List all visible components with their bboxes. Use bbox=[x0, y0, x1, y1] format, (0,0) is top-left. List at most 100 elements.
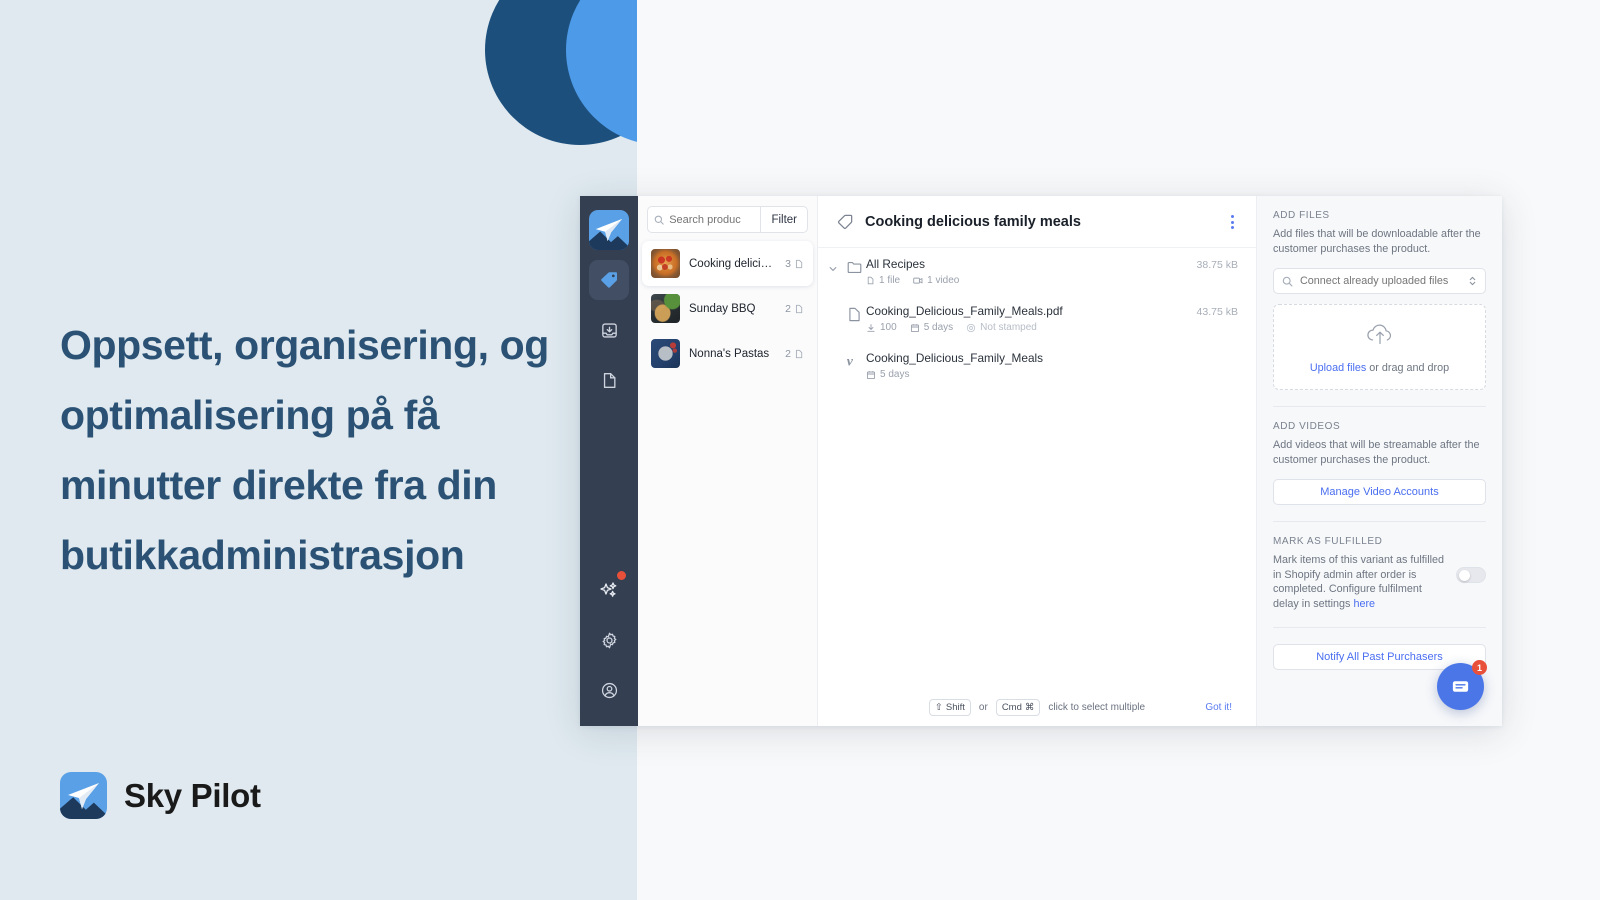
search-input[interactable] bbox=[669, 213, 755, 226]
sidebar-item-pages[interactable] bbox=[589, 360, 629, 400]
sidebar-item-products[interactable] bbox=[589, 260, 629, 300]
brand-name: Sky Pilot bbox=[124, 776, 261, 814]
filter-button[interactable]: Filter bbox=[760, 206, 808, 233]
page-icon bbox=[603, 372, 615, 388]
table-row[interactable]: v Cooking_Delicious_Family_Meals 5 days bbox=[818, 342, 1256, 389]
count-value: 2 bbox=[785, 302, 791, 315]
page-headline: Oppsett, organisering, og optimalisering… bbox=[60, 322, 549, 578]
svg-text:v: v bbox=[846, 354, 853, 369]
calendar-icon bbox=[866, 370, 876, 379]
sidebar-item-settings[interactable] bbox=[589, 620, 629, 660]
meta-text: 5 days bbox=[923, 322, 954, 333]
chat-unread-badge: 1 bbox=[1472, 660, 1487, 675]
sidebar-item-whats-new[interactable] bbox=[589, 570, 629, 610]
file-meta: 100 5 days Not stamped bbox=[866, 322, 1197, 333]
product-file-count: 2 bbox=[785, 348, 804, 360]
download-icon bbox=[867, 323, 875, 332]
meta-text: 100 bbox=[880, 322, 897, 333]
file-meta: 5 days bbox=[866, 369, 1238, 380]
meta-text: 1 file bbox=[879, 275, 901, 286]
add-files-description: Add files that will be downloadable afte… bbox=[1273, 228, 1481, 255]
meta-age: 5 days bbox=[866, 369, 909, 380]
connect-files-input[interactable] bbox=[1300, 275, 1461, 287]
list-item[interactable]: Nonna's Pastas 2 bbox=[642, 331, 813, 376]
row-body: Cooking_Delicious_Family_Meals.pdf 100 5… bbox=[866, 304, 1197, 333]
meta-file-count: 1 file bbox=[866, 275, 900, 286]
selection-hint-bar: ⇧ Shift or Cmd ⌘ click to select multipl… bbox=[818, 699, 1256, 716]
meta-stamp-status: Not stamped bbox=[966, 322, 1037, 333]
file-meta: 1 file 1 video bbox=[866, 275, 1197, 286]
chevron-down-icon[interactable] bbox=[828, 257, 842, 279]
count-value: 3 bbox=[785, 257, 791, 270]
search-box[interactable] bbox=[647, 206, 761, 233]
got-it-button[interactable]: Got it! bbox=[1205, 702, 1232, 713]
cmd-symbol: ⌘ bbox=[1024, 702, 1035, 713]
product-thumbnail bbox=[651, 294, 680, 323]
product-detail-panel: Cooking delicious family meals All Recip… bbox=[818, 196, 1256, 726]
more-options-button[interactable] bbox=[1227, 211, 1238, 233]
chat-widget-button[interactable]: 1 bbox=[1437, 660, 1487, 710]
list-item[interactable]: Sunday BBQ 2 bbox=[642, 286, 813, 331]
paper-plane-icon bbox=[68, 783, 99, 809]
meta-age: 5 days bbox=[910, 322, 953, 333]
connect-files-field[interactable] bbox=[1273, 268, 1486, 294]
marketing-panel: Oppsett, organisering, og optimalisering… bbox=[0, 0, 637, 900]
mark-fulfilled-row: Mark items of this variant as fulfilled … bbox=[1273, 553, 1486, 611]
notification-badge-dot bbox=[617, 571, 626, 580]
key-shift: ⇧ Shift bbox=[928, 699, 971, 716]
count-value: 2 bbox=[785, 347, 791, 360]
tag-icon bbox=[601, 272, 617, 288]
hint-text: click to select multiple bbox=[1048, 702, 1146, 713]
product-file-count: 3 bbox=[785, 258, 804, 270]
sidebar-item-account[interactable] bbox=[589, 670, 629, 710]
inbox-download-icon bbox=[601, 322, 617, 338]
paper-plane-icon bbox=[595, 218, 623, 242]
meta-text: 5 days bbox=[880, 369, 910, 380]
product-name: Sunday BBQ bbox=[689, 302, 756, 315]
file-icon bbox=[795, 304, 803, 313]
sky-pilot-logo-icon bbox=[60, 772, 107, 819]
product-name: Cooking delicious f... bbox=[689, 257, 777, 270]
row-body: Cooking_Delicious_Family_Meals 5 days bbox=[866, 351, 1238, 380]
file-icon bbox=[795, 259, 803, 268]
page-title: Cooking delicious family meals bbox=[865, 214, 1081, 230]
chat-bubble-icon bbox=[1452, 681, 1469, 692]
product-thumbnail bbox=[651, 339, 680, 368]
settings-panel: ADD FILES Add files that will be downloa… bbox=[1256, 196, 1502, 726]
mark-fulfilled-description: Mark items of this variant as fulfilled … bbox=[1273, 553, 1446, 611]
product-file-count: 2 bbox=[785, 303, 804, 315]
mark-fulfilled-toggle[interactable] bbox=[1456, 567, 1486, 583]
search-icon bbox=[1282, 276, 1293, 286]
meta-text: 1 video bbox=[927, 275, 960, 286]
add-files-title: ADD FILES bbox=[1273, 210, 1330, 221]
shift-symbol: ⇧ bbox=[934, 702, 943, 713]
stamp-icon bbox=[966, 323, 976, 332]
calendar-icon bbox=[910, 323, 919, 332]
divider bbox=[1273, 627, 1486, 628]
product-list-panel: Filter Cooking delicious f... 3 Sunday B… bbox=[638, 196, 818, 726]
hint-or: or bbox=[978, 702, 988, 713]
chevron-updown-icon[interactable] bbox=[1468, 275, 1477, 287]
add-videos-title: ADD VIDEOS bbox=[1273, 421, 1341, 432]
account-icon bbox=[601, 682, 617, 698]
mark-fulfilled-title: MARK AS FULFILLED bbox=[1273, 536, 1383, 547]
table-row[interactable]: All Recipes 1 file 1 video 38.75 kB bbox=[818, 248, 1256, 295]
table-row[interactable]: Cooking_Delicious_Family_Meals.pdf 100 5… bbox=[818, 295, 1256, 342]
add-videos-description: Add videos that will be streamable after… bbox=[1273, 439, 1480, 466]
file-name: Cooking_Delicious_Family_Meals.pdf bbox=[866, 304, 1063, 318]
vimeo-icon: v bbox=[842, 351, 866, 369]
sidebar-item-brand-logo[interactable] bbox=[589, 210, 629, 250]
upload-cloud-icon bbox=[1366, 324, 1391, 345]
detail-header: Cooking delicious family meals bbox=[818, 196, 1256, 248]
row-body: All Recipes 1 file 1 video bbox=[866, 257, 1197, 286]
manage-video-accounts-button[interactable]: Manage Video Accounts bbox=[1273, 479, 1486, 505]
settings-here-link[interactable]: here bbox=[1353, 598, 1375, 610]
meta-text: Not stamped bbox=[980, 322, 1037, 333]
file-size: 38.75 kB bbox=[1196, 259, 1238, 271]
dropzone-rest: or drag and drop bbox=[1366, 362, 1450, 374]
sparkles-icon bbox=[600, 582, 617, 597]
upload-files-link[interactable]: Upload files bbox=[1310, 362, 1366, 374]
list-item[interactable]: Cooking delicious f... 3 bbox=[642, 241, 813, 286]
file-dropzone[interactable]: Upload files or drag and drop bbox=[1273, 304, 1486, 390]
sidebar-item-downloads[interactable] bbox=[589, 310, 629, 350]
